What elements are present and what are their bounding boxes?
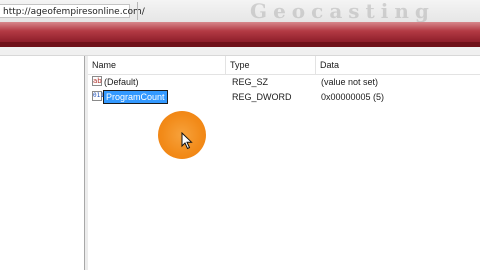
site-banner: [0, 22, 480, 42]
value-name-cell: ProgramCount: [92, 89, 168, 104]
address-bar[interactable]: http://ageofempiresonline.com/: [0, 4, 145, 18]
string-value-icon: [92, 74, 102, 88]
value-data: (value not set): [321, 77, 379, 87]
value-type: REG_DWORD: [232, 92, 292, 102]
column-data-header[interactable]: Data: [316, 56, 480, 74]
column-header: Name Type Data: [88, 56, 480, 75]
browser-strip: http://ageofempiresonline.com/ Geocastin…: [0, 0, 480, 23]
column-type-header[interactable]: Type: [226, 56, 316, 74]
value-name: (Default): [104, 77, 139, 87]
rename-input[interactable]: ProgramCount: [103, 90, 168, 104]
registry-value-row[interactable]: (Default) REG_SZ (value not set): [88, 74, 480, 89]
value-name-cell: (Default): [92, 74, 139, 89]
address-divider: [137, 2, 138, 20]
toolbar-strip: [0, 47, 480, 56]
registry-value-row[interactable]: ProgramCount REG_DWORD 0x00000005 (5): [88, 89, 480, 104]
registry-values-list: Name Type Data (Default) REG_SZ (value n…: [88, 56, 480, 270]
watermark-logo: Geocasting: [250, 0, 435, 23]
dword-value-icon: [92, 89, 104, 103]
column-name-header[interactable]: Name: [88, 56, 226, 74]
mouse-pointer-icon: [181, 132, 193, 150]
value-data: 0x00000005 (5): [321, 92, 385, 102]
registry-key-tree[interactable]: [0, 56, 85, 270]
value-type: REG_SZ: [232, 77, 269, 87]
